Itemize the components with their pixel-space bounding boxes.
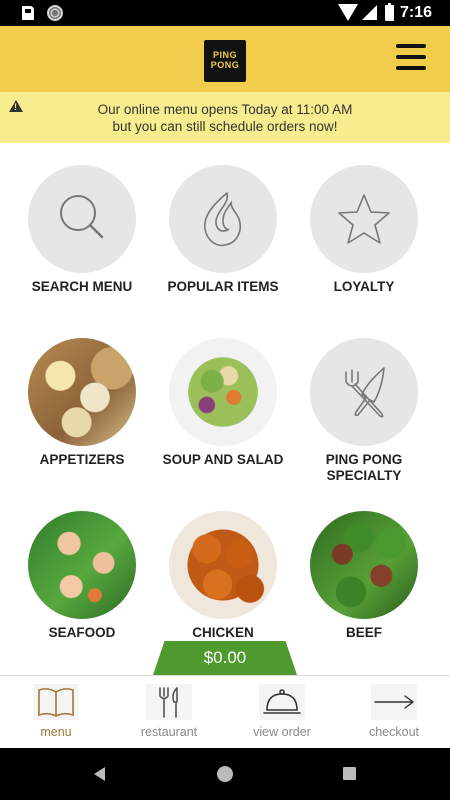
flame-icon [169,165,277,273]
sd-card-icon [22,6,34,20]
tile-seafood[interactable]: SEAFOOD [12,511,152,641]
nav-label: restaurant [140,725,198,739]
notice-line1: Our online menu opens Today at 11:00 AM [97,102,353,117]
logo-line1: PING [212,50,237,60]
tile-loyalty[interactable]: LOYALTY [294,165,434,295]
tile-ping-pong-specialty[interactable]: PING PONG SPECIALTY [294,338,434,484]
beef-image [310,511,418,619]
nav-menu[interactable]: menu [0,684,112,739]
ping-pong-logo[interactable]: PING PONG [204,40,246,82]
nav-label: view order [253,725,311,739]
nav-label: menu [40,725,72,739]
notice-banner: Our online menu opens Today at 11:00 AM … [0,92,450,143]
tile-label: POPULAR ITEMS [167,279,279,294]
tile-label: APPETIZERS [39,452,125,467]
utensils-icon [146,684,192,720]
seafood-image [28,511,136,619]
app-header: PING PONG [0,26,450,92]
nav-restaurant[interactable]: restaurant [113,684,225,739]
tile-chicken[interactable]: CHICKEN [153,511,293,641]
cart-total-button[interactable]: $0.00 [153,641,297,675]
tile-popular-items[interactable]: POPULAR ITEMS [153,165,293,295]
star-icon [310,165,418,273]
back-icon[interactable] [94,767,105,781]
book-icon [33,684,79,720]
hamburger-menu-icon[interactable] [396,44,426,70]
cell-signal-icon [362,5,377,20]
tile-label: CHICKEN [192,625,254,640]
sync-icon [47,5,63,21]
tile-label: SEARCH MENU [31,279,133,294]
chicken-image [169,511,277,619]
fork-knife-icon [310,338,418,446]
tile-beef[interactable]: BEEF [294,511,434,641]
wifi-icon [338,4,358,21]
bottom-navigation: menu restaurant view order checkout [0,675,450,748]
notice-text: Our online menu opens Today at 11:00 AM … [0,101,450,135]
nav-view-order[interactable]: view order [226,684,338,739]
recent-apps-icon[interactable] [343,767,356,780]
tile-label: SOUP AND SALAD [162,452,284,467]
status-bar: 7:16 [0,0,450,26]
status-time: 7:16 [400,4,433,21]
tile-appetizers[interactable]: APPETIZERS [12,338,152,468]
soup-and-salad-image [169,338,277,446]
arrow-right-icon [371,684,417,720]
cloche-icon [259,684,305,720]
search-icon [28,165,136,273]
battery-icon [385,3,394,21]
tile-label: SEAFOOD [48,625,116,640]
tile-soup-and-salad[interactable]: SOUP AND SALAD [153,338,293,468]
tile-label: BEEF [345,625,382,640]
tile-label: PING PONG SPECIALTY [325,452,403,483]
tile-label: LOYALTY [333,279,395,294]
notice-line2: but you can still schedule orders now! [112,119,338,134]
system-navigation-bar [0,748,450,800]
nav-label: checkout [368,725,420,739]
home-icon[interactable] [217,766,233,782]
tile-search-menu[interactable]: SEARCH MENU [12,165,152,295]
appetizers-image [28,338,136,446]
logo-line2: PONG [210,60,240,70]
nav-checkout[interactable]: checkout [338,684,450,739]
